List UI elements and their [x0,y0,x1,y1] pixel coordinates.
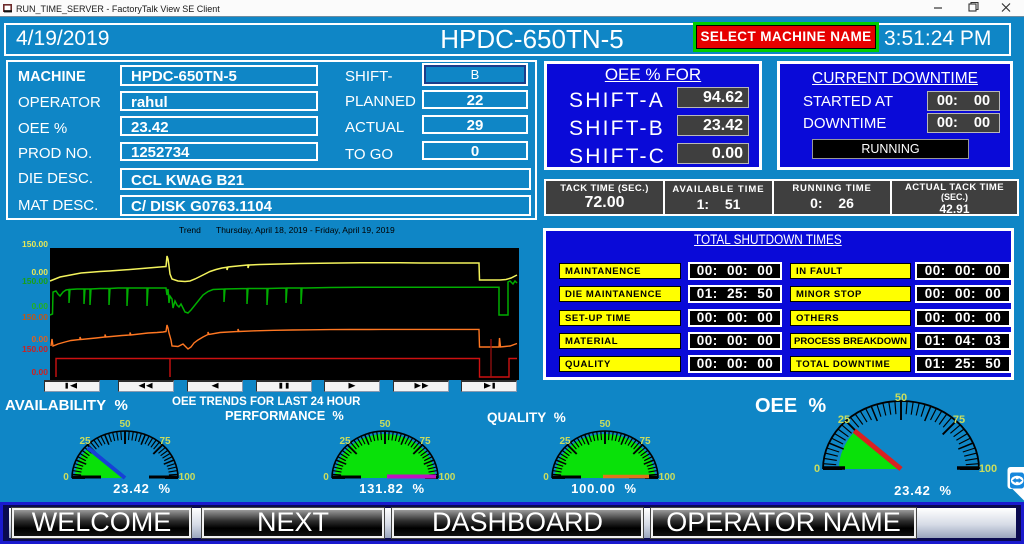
svg-text:50: 50 [599,419,611,430]
svg-text:50: 50 [895,392,907,404]
svg-text:150.00: 150.00 [22,312,48,322]
svg-text:50: 50 [379,419,391,430]
svg-text:150.00: 150.00 [22,239,48,249]
svg-text:0.00: 0.00 [31,334,48,344]
svg-text:100: 100 [659,472,676,483]
svg-text:0: 0 [543,472,549,483]
svg-text:75: 75 [953,414,965,426]
svg-text:75: 75 [419,436,431,447]
svg-text:150.00: 150.00 [22,344,48,354]
svg-text:150.00: 150.00 [22,276,48,286]
svg-text:25: 25 [838,414,850,426]
svg-text:25: 25 [79,436,91,447]
svg-text:0: 0 [63,472,69,483]
svg-text:0: 0 [323,472,329,483]
svg-text:75: 75 [159,436,171,447]
svg-text:0: 0 [814,463,820,475]
svg-text:0.00: 0.00 [31,301,48,311]
svg-text:25: 25 [559,436,571,447]
svg-text:25: 25 [339,436,351,447]
svg-text:0.00: 0.00 [31,367,48,377]
svg-text:50: 50 [119,419,131,430]
svg-text:75: 75 [639,436,651,447]
svg-text:100: 100 [979,463,997,475]
